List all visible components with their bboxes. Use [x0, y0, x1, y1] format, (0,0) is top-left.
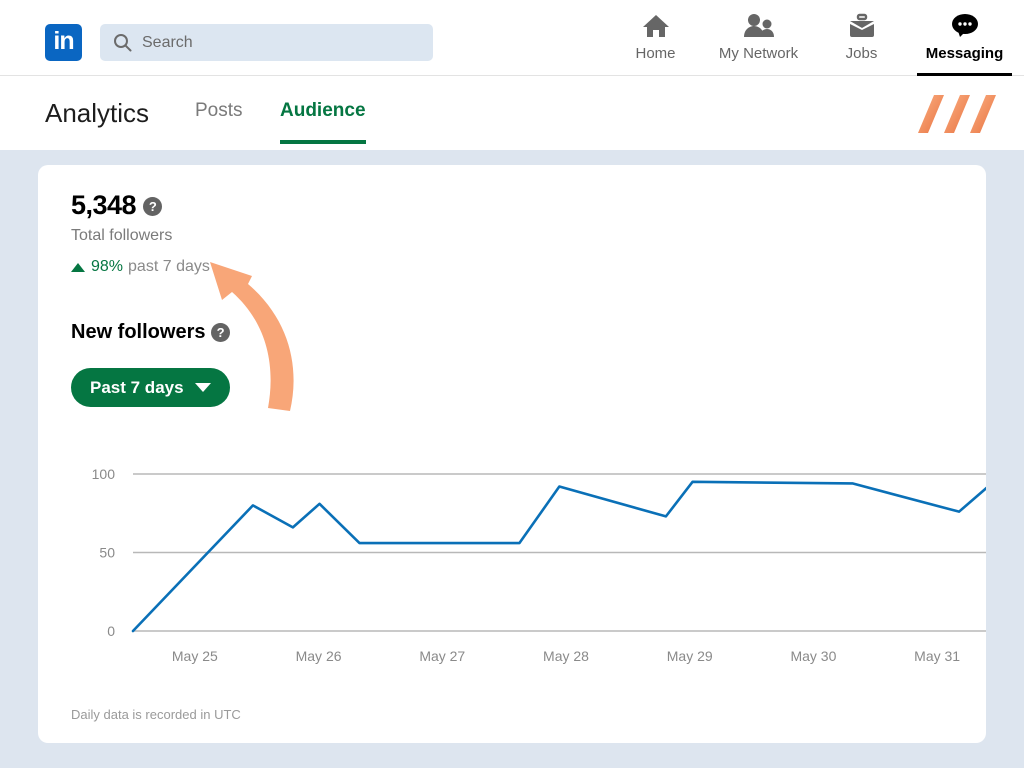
new-followers-title-text: New followers [71, 321, 205, 343]
total-followers-value: 5,348 ? [71, 190, 162, 221]
total-followers-number: 5,348 [71, 190, 136, 220]
chart-x-tick-label: May 31 [914, 648, 960, 664]
nav-item-home[interactable]: Home [604, 0, 707, 76]
tab-posts[interactable]: Posts [195, 100, 243, 144]
new-followers-help-icon[interactable]: ? [211, 323, 230, 342]
nav-item-my-network[interactable]: My Network [707, 0, 810, 76]
page-title: Analytics [45, 98, 149, 129]
triangle-up-icon [71, 263, 85, 272]
chart-footnote: Daily data is recorded in UTC [71, 707, 241, 722]
chart-x-tick-label: May 28 [543, 648, 589, 664]
search-icon [113, 33, 132, 52]
nav-item-messaging[interactable]: Messaging [913, 0, 1016, 76]
chart-y-tick-label: 50 [99, 545, 115, 561]
nav-item-my-network-label: My Network [719, 45, 798, 62]
chart-x-tick-label: May 25 [172, 648, 218, 664]
tab-audience[interactable]: Audience [280, 100, 366, 144]
home-icon [641, 9, 671, 43]
chevron-down-icon [195, 383, 211, 392]
top-navigation-bar: in Search Home [0, 0, 1024, 76]
chart-x-tick-label: May 26 [296, 648, 342, 664]
new-followers-chart: 0 50 100 May 25 May 26 May 27 May 28 May 29 May … [38, 165, 986, 743]
search-placeholder: Search [142, 34, 193, 52]
chart-x-tick-label: May 30 [790, 648, 836, 664]
analytics-tab-bar [0, 76, 1024, 150]
followers-delta: 98% past 7 days [71, 258, 210, 276]
date-range-button-label: Past 7 days [90, 378, 184, 398]
orange-stripes-logo [904, 93, 1004, 135]
total-followers-label: Total followers [71, 227, 172, 245]
date-range-button[interactable]: Past 7 days [71, 368, 230, 407]
nav-item-home-label: Home [635, 45, 675, 62]
briefcase-icon [847, 9, 877, 43]
chart-y-tick-label: 0 [107, 623, 115, 639]
followers-delta-period: past 7 days [128, 258, 210, 276]
search-input[interactable]: Search [100, 24, 433, 61]
total-followers-help-icon[interactable]: ? [143, 197, 162, 216]
new-followers-title: New followers ? [71, 321, 230, 344]
chart-x-tick-label: May 27 [419, 648, 465, 664]
message-bubble-icon [949, 9, 981, 43]
followers-delta-percent: 98% [91, 258, 123, 276]
chart-y-tick-label: 100 [92, 466, 116, 482]
linkedin-logo[interactable]: in [45, 24, 82, 61]
audience-analytics-card: 5,348 ? Total followers 98% past 7 days … [38, 165, 986, 743]
nav-item-jobs[interactable]: Jobs [810, 0, 913, 76]
top-nav-items: Home My Network Jobs [604, 0, 1016, 76]
chart-x-tick-label: May 29 [667, 648, 713, 664]
nav-item-jobs-label: Jobs [846, 45, 878, 62]
people-icon [742, 9, 776, 43]
nav-item-messaging-label: Messaging [926, 45, 1004, 62]
chart-data-line [133, 477, 986, 631]
